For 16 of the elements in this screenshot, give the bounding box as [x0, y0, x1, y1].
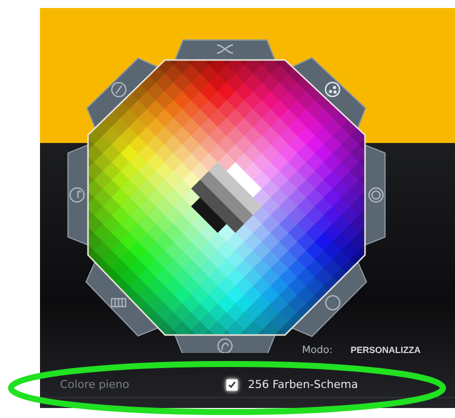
mode-tab[interactable] [291, 261, 368, 338]
note-circle-icon [69, 187, 85, 203]
checkbox[interactable] [226, 378, 238, 390]
mode-tab[interactable] [67, 144, 89, 246]
shuffle-icon [216, 44, 234, 54]
mode-value: PERSONALIZZA [350, 345, 421, 355]
dots-circle-icon [324, 82, 340, 98]
slash-circle-icon [111, 82, 126, 98]
target-icon [368, 187, 384, 203]
option-label: 256 Farben-Schema [248, 378, 358, 391]
mode-label: Modo: [302, 345, 333, 356]
option-label[interactable]: Colore pieno [60, 378, 130, 391]
circle-icon [325, 295, 340, 310]
mode-tab[interactable] [85, 261, 160, 337]
grid-icon [110, 298, 126, 308]
color-wheel-drawing[interactable] [87, 59, 366, 336]
